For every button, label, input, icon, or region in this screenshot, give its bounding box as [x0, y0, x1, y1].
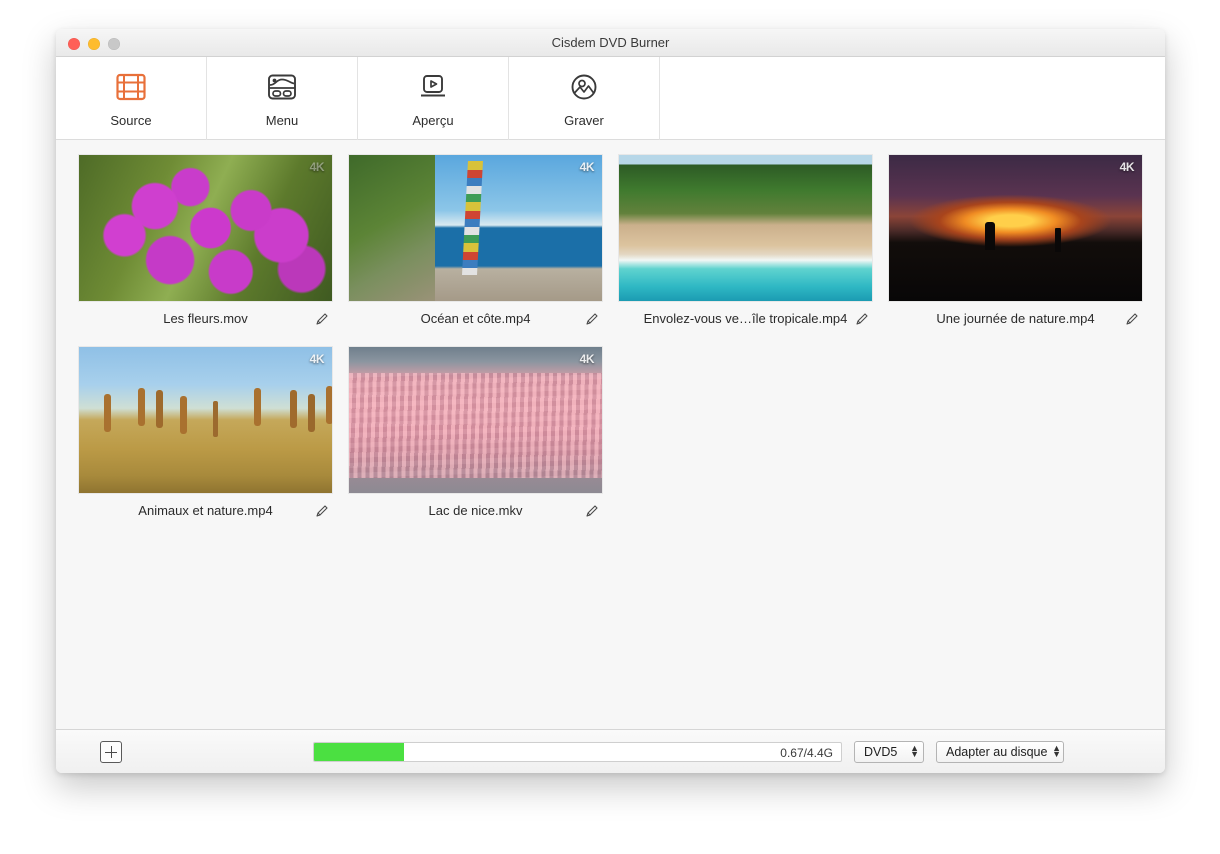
video-thumbnail[interactable] [619, 155, 872, 301]
fit-mode-dropdown[interactable]: Adapter au disque ▲ ▼ [936, 741, 1064, 763]
pencil-icon[interactable] [582, 501, 602, 521]
video-thumbnail[interactable]: 4K [889, 155, 1142, 301]
pencil-icon[interactable] [312, 309, 332, 329]
video-thumbnail[interactable]: 4K [349, 155, 602, 301]
tab-apercu-label: Aperçu [412, 113, 453, 128]
list-item[interactable]: Envolez-vous ve…île tropicale.mp4 [619, 155, 889, 335]
close-button[interactable] [68, 38, 80, 50]
video-title: Animaux et nature.mp4 [138, 503, 272, 518]
disc-type-dropdown[interactable]: DVD5 ▲ ▼ [854, 741, 924, 763]
video-caption: Envolez-vous ve…île tropicale.mp4 [619, 301, 872, 335]
list-item[interactable]: 4K Une journée de nature.mp4 [889, 155, 1159, 335]
video-thumbnail[interactable]: 4K [79, 347, 332, 493]
window-title: Cisdem DVD Burner [56, 29, 1165, 57]
video-thumbnail-grid: 4K Les fleurs.mov 4K Oc [79, 155, 1165, 539]
video-thumbnail[interactable]: 4K [349, 347, 602, 493]
resolution-badge: 4K [580, 160, 594, 174]
tab-menu-label: Menu [266, 113, 299, 128]
list-item[interactable]: 4K Les fleurs.mov [79, 155, 349, 335]
chevron-updown-icon: ▲ ▼ [1052, 746, 1061, 757]
list-item[interactable]: 4K Océan et côte.mp4 [349, 155, 619, 335]
fit-mode-value: Adapter au disque [946, 745, 1047, 759]
resolution-badge: 4K [310, 352, 324, 366]
video-title: Océan et côte.mp4 [421, 311, 531, 326]
disc-capacity-label: 0.67/4.4G [780, 743, 833, 762]
app-window: Cisdem DVD Burner Source [56, 29, 1165, 773]
tab-source-label: Source [110, 113, 151, 128]
resolution-badge: 4K [1120, 160, 1134, 174]
film-strip-icon [116, 70, 146, 104]
disc-type-value: DVD5 [864, 745, 897, 759]
tab-graver[interactable]: Graver [509, 57, 660, 140]
video-caption: Lac de nice.mkv [349, 493, 602, 527]
minimize-button[interactable] [88, 38, 100, 50]
video-caption: Une journée de nature.mp4 [889, 301, 1142, 335]
tab-graver-label: Graver [564, 113, 604, 128]
video-caption: Océan et côte.mp4 [349, 301, 602, 335]
main-toolbar: Source Menu [56, 57, 1165, 140]
video-title: Une journée de nature.mp4 [936, 311, 1094, 326]
video-caption: Les fleurs.mov [79, 301, 332, 335]
add-file-button[interactable] [100, 741, 122, 763]
video-title: Envolez-vous ve…île tropicale.mp4 [644, 311, 848, 326]
bottom-toolbar: 0.67/4.4G DVD5 ▲ ▼ Adapter au disque ▲ ▼ [56, 729, 1165, 773]
toolbar-empty-space [660, 57, 1165, 139]
list-item[interactable]: 4K Animaux et nature.mp4 [79, 347, 349, 527]
play-preview-icon [418, 70, 448, 104]
pencil-icon[interactable] [582, 309, 602, 329]
list-item[interactable]: 4K Lac de nice.mkv [349, 347, 619, 527]
video-caption: Animaux et nature.mp4 [79, 493, 332, 527]
disc-capacity-bar: 0.67/4.4G [313, 742, 842, 762]
source-content-area: 4K Les fleurs.mov 4K Oc [56, 140, 1165, 729]
menu-layout-icon [267, 70, 297, 104]
pencil-icon[interactable] [852, 309, 872, 329]
maximize-button[interactable] [108, 38, 120, 50]
window-titlebar: Cisdem DVD Burner [56, 29, 1165, 57]
burn-disc-icon [569, 70, 599, 104]
chevron-updown-icon: ▲ ▼ [910, 746, 919, 757]
pencil-icon[interactable] [1122, 309, 1142, 329]
disc-capacity-fill [314, 743, 404, 761]
video-title: Les fleurs.mov [163, 311, 248, 326]
video-title: Lac de nice.mkv [429, 503, 523, 518]
tab-source[interactable]: Source [56, 57, 207, 140]
tab-apercu[interactable]: Aperçu [358, 57, 509, 140]
resolution-badge: 4K [580, 352, 594, 366]
tab-menu[interactable]: Menu [207, 57, 358, 140]
resolution-badge: 4K [310, 160, 324, 174]
pencil-icon[interactable] [312, 501, 332, 521]
video-thumbnail[interactable]: 4K [79, 155, 332, 301]
